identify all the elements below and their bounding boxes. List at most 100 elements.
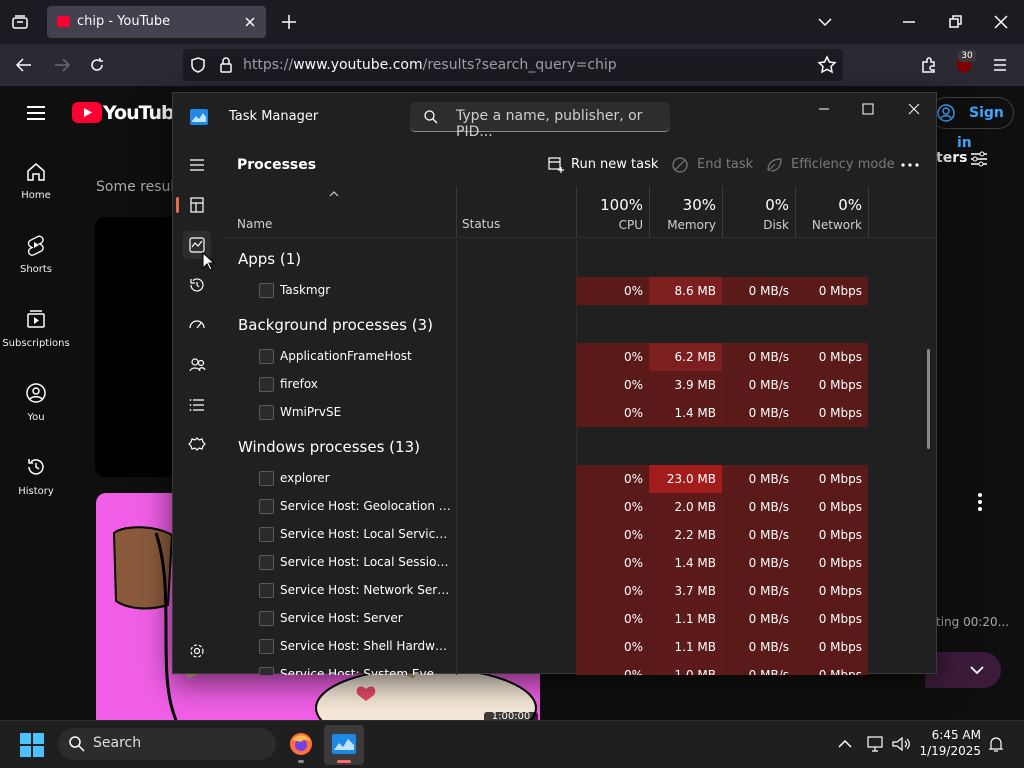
nav-hamburger-icon[interactable] — [183, 151, 211, 179]
process-name: Service Host: Network Service — [280, 583, 452, 597]
memory-cell: 1.0 MB — [649, 661, 722, 675]
table-row[interactable]: Service Host: Shell Hardware ... 0% 1.1 … — [221, 633, 937, 661]
browser-tab[interactable]: chip - YouTube — [47, 6, 266, 38]
column-cpu[interactable]: CPU — [576, 218, 643, 232]
task-manager-taskbar-button[interactable] — [324, 725, 364, 765]
sidebar-item-home[interactable]: Home — [0, 160, 72, 201]
more-options-icon[interactable] — [900, 155, 920, 175]
process-name: Service Host: Local Session M... — [280, 555, 452, 569]
group-background-processes[interactable]: Background processes (3) — [238, 316, 433, 334]
memory-percent[interactable]: 30% — [649, 196, 716, 214]
table-scrollbar-thumb[interactable] — [927, 349, 930, 449]
table-row[interactable]: Taskmgr 0% 8.6 MB 0 MB/s 0 Mbps — [221, 277, 937, 305]
table-row[interactable]: Service Host: Local Session M... 0% 1.4 … — [221, 549, 937, 577]
windows-start-icon[interactable] — [20, 733, 44, 757]
table-row[interactable]: explorer 0% 23.0 MB 0 MB/s 0 Mbps — [221, 465, 937, 493]
cpu-cell: 0% — [576, 465, 649, 493]
network-cell: 0 Mbps — [795, 371, 868, 399]
extension-badge: 30 — [958, 50, 976, 62]
efficiency-mode-button[interactable]: Efficiency mode — [765, 157, 895, 172]
nav-settings-gear-icon[interactable] — [183, 637, 211, 665]
sidebar-item-shorts[interactable]: Shorts — [0, 234, 72, 275]
network-cell: 0 Mbps — [795, 549, 868, 577]
table-row[interactable]: ApplicationFrameHost 0% 6.2 MB 0 MB/s 0 … — [221, 343, 937, 371]
nav-processes-icon[interactable] — [183, 191, 211, 219]
sidebar-item-label: Home — [21, 190, 51, 201]
nav-startup-apps-icon[interactable] — [183, 311, 211, 339]
lock-icon[interactable] — [216, 55, 236, 75]
bookmark-star-icon[interactable] — [817, 55, 837, 75]
table-row[interactable]: WmiPrvSE 0% 1.4 MB 0 MB/s 0 Mbps — [221, 399, 937, 427]
column-name[interactable]: Name — [237, 217, 272, 231]
cpu-percent[interactable]: 100% — [576, 196, 643, 214]
forward-arrow-icon[interactable] — [52, 55, 72, 75]
tm-close-icon[interactable] — [904, 99, 924, 119]
cpu-cell: 0% — [576, 549, 649, 577]
network-cell: 0 Mbps — [795, 343, 868, 371]
column-disk[interactable]: Disk — [722, 218, 789, 232]
disk-cell: 0 MB/s — [722, 343, 795, 371]
guide-menu-icon[interactable] — [25, 102, 47, 124]
table-row[interactable]: Service Host: System Event No... 0% 1.0 … — [221, 661, 937, 675]
memory-cell: 2.0 MB — [649, 493, 722, 521]
taskbar-search-box[interactable]: Search — [58, 728, 276, 760]
table-row[interactable]: Service Host: Geolocation Serv... 0% 2.0… — [221, 493, 937, 521]
end-task-button[interactable]: End task — [671, 157, 753, 173]
table-row[interactable]: Service Host: Local Service (N... 0% 2.2… — [221, 521, 937, 549]
nav-users-icon[interactable] — [183, 351, 211, 379]
run-new-task-button[interactable]: Run new task — [547, 157, 659, 173]
column-network[interactable]: Network — [795, 218, 862, 232]
sidebar-item-you[interactable]: You — [0, 382, 72, 423]
sidebar-item-history[interactable]: History — [0, 456, 72, 497]
process-icon — [259, 639, 274, 654]
filters-button-label[interactable]: ters — [936, 150, 967, 166]
minimize-icon[interactable] — [900, 13, 918, 31]
process-search-input[interactable]: Type a name, publisher, or PID... — [410, 102, 670, 140]
column-memory[interactable]: Memory — [649, 218, 716, 232]
network-cell: 0 Mbps — [795, 493, 868, 521]
back-arrow-icon[interactable] — [14, 55, 34, 75]
table-row[interactable]: Service Host: Network Service 0% 3.7 MB … — [221, 577, 937, 605]
tm-maximize-icon[interactable] — [858, 99, 878, 119]
group-windows-processes[interactable]: Windows processes (13) — [238, 438, 420, 456]
process-table-header: Name Status 100% CPU 30% Memory 0% Disk … — [221, 186, 937, 238]
chevron-down-icon — [970, 666, 984, 675]
process-icon — [259, 283, 274, 298]
tab-list-icon[interactable] — [11, 13, 29, 31]
taskbar-clock[interactable]: 6:45 AM 1/19/2025 — [917, 727, 981, 759]
you-icon — [26, 383, 46, 403]
table-row[interactable]: Service Host: Server 0% 1.1 MB 0 MB/s 0 … — [221, 605, 937, 633]
reload-icon[interactable] — [87, 55, 107, 75]
more-vertical-icon[interactable] — [970, 490, 990, 514]
filters-icon[interactable] — [968, 148, 990, 170]
tab-title: chip - YouTube — [77, 14, 171, 29]
notifications-bell-icon[interactable] — [987, 735, 1005, 753]
volume-icon[interactable] — [891, 735, 911, 753]
close-window-icon[interactable] — [992, 13, 1010, 31]
sign-in-button[interactable]: Sign in — [930, 97, 1014, 151]
group-apps[interactable]: Apps (1) — [238, 250, 301, 268]
network-icon[interactable] — [866, 735, 886, 753]
network-percent[interactable]: 0% — [795, 196, 862, 214]
restore-icon[interactable] — [946, 13, 964, 31]
nav-details-icon[interactable] — [183, 391, 211, 419]
tm-minimize-icon[interactable] — [814, 99, 834, 119]
url-text[interactable]: https://www.youtube.com/results?search_q… — [243, 57, 617, 73]
nav-app-history-icon[interactable] — [183, 271, 211, 299]
extensions-puzzle-icon[interactable] — [919, 55, 939, 75]
disk-percent[interactable]: 0% — [722, 196, 789, 214]
task-manager-taskbar-icon — [332, 734, 356, 754]
firefox-taskbar-icon[interactable] — [289, 732, 313, 763]
nav-services-icon[interactable] — [183, 431, 211, 459]
list-tabs-chevron-icon[interactable] — [816, 13, 834, 31]
tracking-shield-icon[interactable] — [188, 55, 208, 75]
table-row[interactable]: firefox 0% 3.9 MB 0 MB/s 0 Mbps — [221, 371, 937, 399]
app-menu-icon[interactable] — [990, 55, 1010, 75]
column-status[interactable]: Status — [462, 217, 500, 231]
show-hidden-icons-chevron-icon[interactable] — [836, 735, 854, 753]
sidebar-item-subscriptions[interactable]: Subscriptions — [0, 308, 72, 349]
close-tab-icon[interactable] — [240, 12, 260, 32]
new-tab-icon[interactable] — [280, 13, 298, 31]
memory-cell: 3.9 MB — [649, 371, 722, 399]
run-new-task-label: Run new task — [571, 157, 659, 172]
